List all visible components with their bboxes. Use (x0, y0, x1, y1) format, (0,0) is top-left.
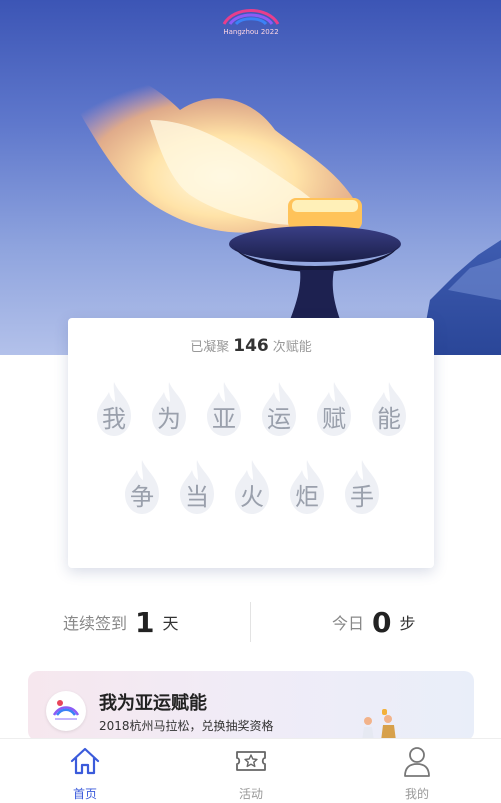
steps-label: 今日 (332, 614, 365, 633)
checkin-label: 连续签到 (63, 614, 128, 633)
banner-subtitle: 2018杭州马拉松，兑换抽奖资格 (99, 719, 274, 733)
ticket-star-icon (236, 751, 266, 771)
flame-char-label: 手 (350, 483, 374, 511)
banner-logo-icon (46, 691, 86, 731)
flame-char-label: 赋 (322, 405, 346, 433)
logo-mark-icon (222, 9, 280, 26)
energy-count: 已凝聚 146 次赋能 (68, 336, 434, 356)
torch-illustration (55, 67, 501, 355)
flame-char-label: 运 (267, 405, 291, 433)
tab-activity-label: 活动 (238, 787, 263, 801)
checkin-streak: 连续签到 1 天 (63, 606, 179, 642)
bottom-tab-bar: 首页 活动 我的 (0, 738, 501, 803)
flame-char-label: 亚 (212, 405, 236, 433)
steps-unit: 步 (399, 614, 416, 633)
runners-illustration (362, 709, 396, 741)
flame-char-2[interactable]: 为 (148, 380, 190, 438)
flame-char-label: 能 (377, 405, 401, 433)
flame-char-label: 当 (185, 483, 209, 511)
stat-prefix: 已凝聚 (190, 340, 230, 355)
promo-banner[interactable]: 我为亚运赋能 2018杭州马拉松，兑换抽奖资格 (28, 671, 474, 741)
flame-char-8[interactable]: 当 (176, 458, 218, 516)
flame-char-label: 为 (157, 405, 181, 433)
tab-mine-label: 我的 (404, 787, 429, 801)
stat-count: 146 (233, 336, 269, 356)
checkin-value: 1 (135, 606, 155, 639)
stats-divider (250, 602, 251, 642)
flame-char-6[interactable]: 能 (368, 380, 410, 438)
checkin-unit: 天 (162, 614, 179, 633)
tab-home-label: 首页 (72, 787, 97, 801)
flame-char-9[interactable]: 火 (231, 458, 273, 516)
home-icon (70, 747, 100, 775)
user-icon (404, 747, 430, 777)
tab-activity[interactable]: 活动 (211, 743, 291, 802)
hero-banner: Hangzhou 2022 (0, 0, 501, 355)
flame-char-5[interactable]: 赋 (313, 380, 355, 438)
flame-char-7[interactable]: 争 (121, 458, 163, 516)
flame-char-11[interactable]: 手 (341, 458, 383, 516)
flame-char-10[interactable]: 炬 (286, 458, 328, 516)
flame-char-label: 我 (102, 405, 126, 433)
flame-char-1[interactable]: 我 (93, 380, 135, 438)
stat-suffix: 次赋能 (272, 340, 312, 355)
flame-char-4[interactable]: 运 (258, 380, 300, 438)
tab-home[interactable]: 首页 (45, 743, 125, 802)
flame-char-label: 火 (240, 483, 264, 511)
logo-text: Hangzhou 2022 (223, 28, 279, 36)
banner-title: 我为亚运赋能 (99, 693, 207, 714)
flame-char-label: 争 (130, 483, 154, 511)
today-steps: 今日 0 步 (332, 606, 416, 642)
flame-char-label: 炬 (295, 483, 319, 511)
steps-value: 0 (372, 606, 392, 639)
tab-mine[interactable]: 我的 (377, 743, 457, 802)
flame-char-3[interactable]: 亚 (203, 380, 245, 438)
hangzhou-2022-logo: Hangzhou 2022 (216, 2, 286, 40)
energy-card: 已凝聚 146 次赋能 我 为 亚 运 赋 能 争 当 火 炬 手 (68, 318, 434, 568)
